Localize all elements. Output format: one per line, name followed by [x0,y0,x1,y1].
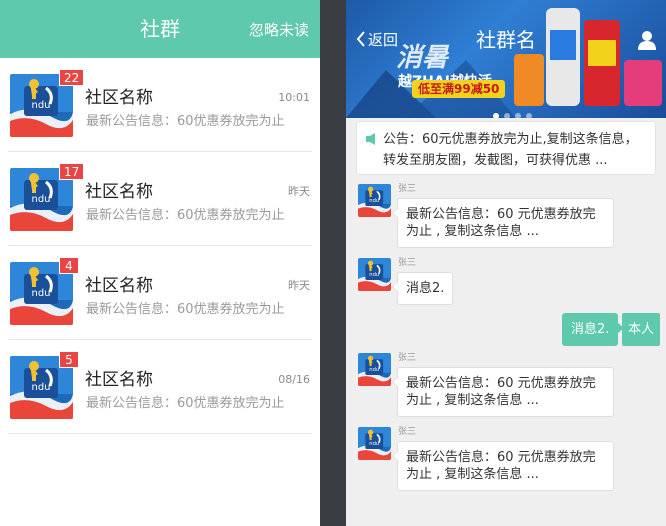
unread-badge: 5 [59,351,79,368]
conversation-preview: 最新公告信息：60优惠券放完为止 [86,302,285,317]
conversation-time: 昨天 [288,279,310,292]
carousel-dot[interactable] [526,113,532,118]
conversation-item[interactable]: 4 社区名称 昨天 最新公告信息：60优惠券放完为止 [0,246,320,340]
ignore-unread-button[interactable]: 忽略未读 [249,20,309,40]
self-name-label: 本人 [622,313,661,346]
self-message-bubble[interactable]: 消息2. [562,313,625,346]
conversation-time: 10:01 [278,91,310,104]
conversation-time: 08/16 [278,373,310,386]
message-bubble[interactable]: 消息2. [391,272,454,305]
sender-name: 张三 [398,184,417,194]
list-header: 社群 忽略未读 [0,0,320,58]
conversation-preview: 最新公告信息：60优惠券放完为止 [86,208,285,223]
sender-avatar[interactable] [358,427,391,460]
carousel-dot[interactable] [515,113,521,118]
promo-banner[interactable]: 消暑 返回 社群名 越ZHAI越快活 低至满99减50 [346,0,666,118]
chat-title: 社群名 [476,28,536,52]
announcement-notice[interactable]: 公告：60元优惠券放完为止,复制这条信息，转发至朋友圈，发截图，可获得优惠 ..… [356,121,656,175]
message-bubble[interactable]: 最新公告信息：60 元优惠券放完为止 , 复制这条信息 ... [392,198,614,248]
conversation-preview: 最新公告信息：60优惠券放完为止 [86,396,285,411]
conversation-time: 昨天 [288,185,310,198]
sender-name: 张三 [398,353,417,363]
unread-badge: 22 [59,69,85,86]
announcement-text: 公告：60元优惠券放完为止,复制这条信息，转发至朋友圈，发截图，可获得优惠 ..… [383,132,638,168]
banner-promo: 低至满99减50 [412,80,506,98]
user-icon[interactable] [636,29,658,51]
message-bubble[interactable]: 最新公告信息：60 元优惠券放完为止 , 复制这条信息 ... [392,367,614,417]
group-chat-screen: 消暑 返回 社群名 越ZHAI越快活 低至满99减50 公告：60元优惠券放完为… [346,0,666,526]
sender-name: 张三 [398,427,417,437]
community-list-screen: 社群 忽略未读 22 社区名称 10:01 最新公告信息：60优惠券放完为止 1… [0,0,320,526]
conversation-name: 社区名称 [85,276,153,296]
conversation-item[interactable]: 17 社区名称 昨天 最新公告信息：60优惠券放完为止 [0,152,320,246]
carousel-indicator [493,104,537,118]
speaker-icon [366,133,375,145]
sender-avatar[interactable] [358,184,391,217]
conversation-name: 社区名称 [85,182,153,202]
conversation-list: 22 社区名称 10:01 最新公告信息：60优惠券放完为止 17 社区名称 昨… [0,58,320,434]
sender-name: 张三 [398,258,417,268]
conversation-item[interactable]: 5 社区名称 08/16 最新公告信息：60优惠券放完为止 [0,340,320,434]
message-bubble[interactable]: 最新公告信息：60 元优惠券放完为止 , 复制这条信息 ... [392,441,614,491]
app-root: 社群 忽略未读 22 社区名称 10:01 最新公告信息：60优惠券放完为止 1… [0,0,666,526]
conversation-item[interactable]: 22 社区名称 10:01 最新公告信息：60优惠券放完为止 [0,58,320,152]
carousel-dot[interactable] [493,113,499,118]
conversation-preview: 最新公告信息：60优惠券放完为止 [86,114,285,129]
conversation-name: 社区名称 [85,88,153,108]
unread-badge: 17 [59,163,85,180]
sender-avatar[interactable] [358,258,391,291]
conversation-name: 社区名称 [85,370,153,390]
unread-badge: 4 [59,257,79,274]
banner-graphic: 消暑 [346,8,662,118]
sender-avatar[interactable] [358,353,391,386]
carousel-dot[interactable] [504,113,510,118]
